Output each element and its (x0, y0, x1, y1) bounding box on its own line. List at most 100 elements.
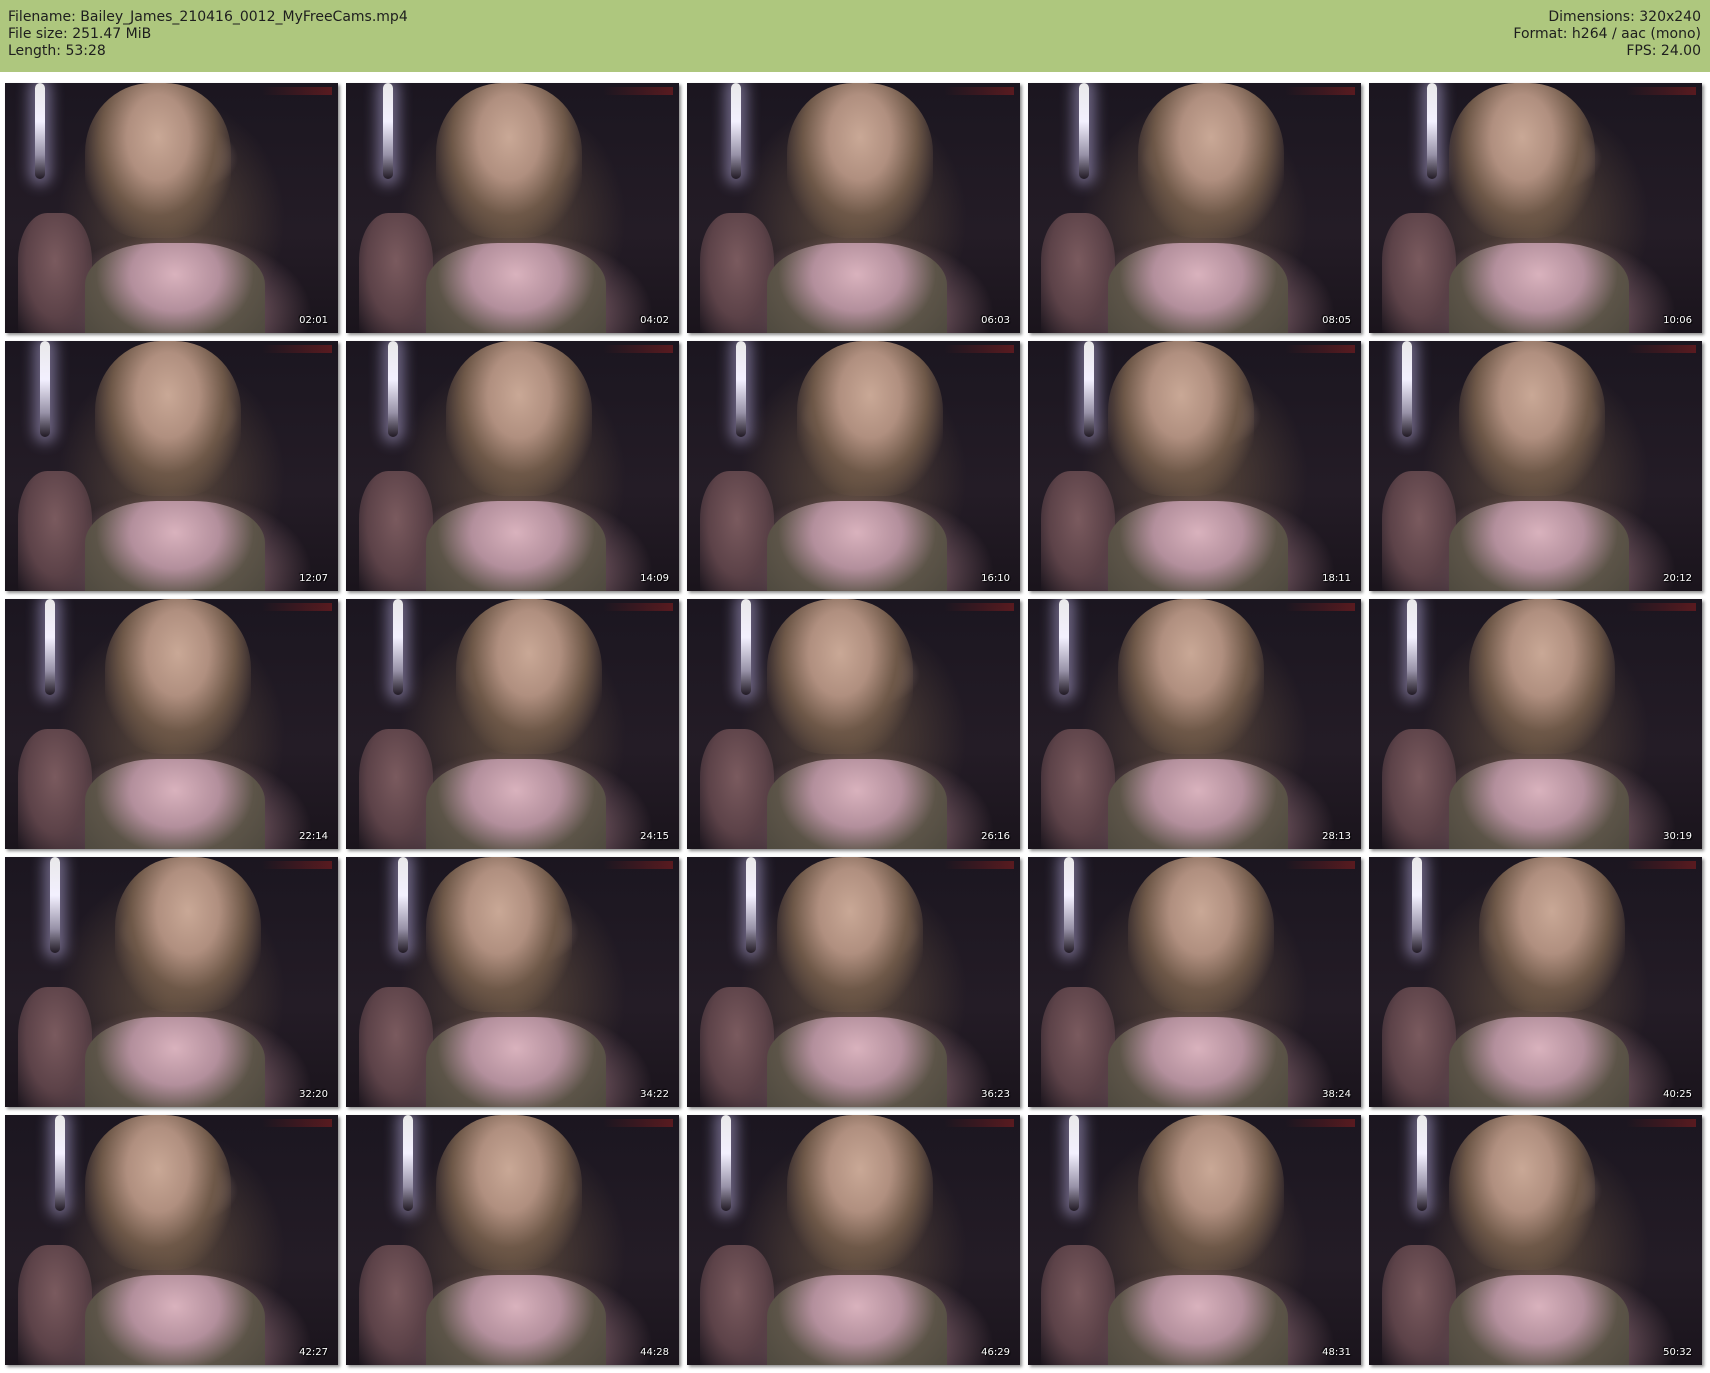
frame-subject-body (766, 1017, 947, 1107)
frame-subject-arm (18, 1245, 92, 1365)
frame-timestamp: 16:10 (981, 573, 1010, 584)
background-light (45, 599, 55, 695)
frame-subject-head (776, 857, 924, 1012)
background-light (403, 1115, 413, 1211)
frame-subject-head (1117, 599, 1265, 754)
frame-subject-head (1107, 341, 1255, 496)
frame-timestamp: 08:05 (1322, 315, 1351, 326)
video-frame-thumbnail: 38:24 (1028, 857, 1361, 1107)
background-light (1427, 83, 1437, 179)
frame-subject-arm (1041, 213, 1115, 333)
video-frame-thumbnail: 48:31 (1028, 1115, 1361, 1365)
watermark-mark (603, 345, 673, 353)
frame-subject-arm (700, 471, 774, 591)
frame-subject-head (1137, 83, 1285, 238)
frame-timestamp: 48:31 (1322, 1347, 1351, 1358)
video-frame-thumbnail: 24:15 (346, 599, 679, 849)
frame-subject-body (84, 243, 265, 333)
video-frame-thumbnail: 32:20 (5, 857, 338, 1107)
frame-subject-arm (1382, 471, 1456, 591)
frame-subject-head (1468, 599, 1616, 754)
watermark-mark (1626, 345, 1696, 353)
file-info-left: Filename: Bailey_James_210416_0012_MyFre… (8, 9, 408, 60)
background-light (398, 857, 408, 953)
frame-timestamp: 26:16 (981, 831, 1010, 842)
frame-subject-body (1107, 243, 1288, 333)
video-frame-thumbnail: 02:01 (5, 83, 338, 333)
watermark-mark (1626, 603, 1696, 611)
background-light (388, 341, 398, 437)
frame-subject-body (84, 501, 265, 591)
watermark-mark (1285, 87, 1355, 95)
video-frame-thumbnail: 34:22 (346, 857, 679, 1107)
frame-timestamp: 18:11 (1322, 573, 1351, 584)
frame-subject-head (84, 1115, 232, 1270)
frame-subject-head (786, 83, 934, 238)
frame-subject-body (1107, 1017, 1288, 1107)
background-light (731, 83, 741, 179)
frame-subject-arm (18, 213, 92, 333)
video-frame-thumbnail: 10:06 (1369, 83, 1702, 333)
background-light (1412, 857, 1422, 953)
frame-subject-body (1448, 1275, 1629, 1365)
background-light (746, 857, 756, 953)
background-light (55, 1115, 65, 1211)
background-light (383, 83, 393, 179)
watermark-mark (1626, 861, 1696, 869)
frame-timestamp: 46:29 (981, 1347, 1010, 1358)
frame-timestamp: 50:32 (1663, 1347, 1692, 1358)
frame-subject-body (425, 1017, 606, 1107)
frame-subject-arm (700, 1245, 774, 1365)
frame-timestamp: 44:28 (640, 1347, 669, 1358)
thumbnail-grid: 02:01 04:02 06:03 08:05 10:06 12:07 14:09 16:10… (0, 72, 1710, 1373)
frame-timestamp: 04:02 (640, 315, 669, 326)
video-frame-thumbnail: 06:03 (687, 83, 1020, 333)
video-frame-thumbnail: 16:10 (687, 341, 1020, 591)
video-frame-thumbnail: 28:13 (1028, 599, 1361, 849)
watermark-mark (1285, 1119, 1355, 1127)
frame-subject-head (114, 857, 262, 1012)
video-frame-thumbnail: 12:07 (5, 341, 338, 591)
video-frame-thumbnail: 44:28 (346, 1115, 679, 1365)
frame-subject-body (1448, 501, 1629, 591)
background-light (35, 83, 45, 179)
watermark-mark (603, 861, 673, 869)
video-frame-thumbnail: 22:14 (5, 599, 338, 849)
frame-subject-head (425, 857, 573, 1012)
watermark-mark (262, 345, 332, 353)
video-frame-thumbnail: 14:09 (346, 341, 679, 591)
background-light (393, 599, 403, 695)
frame-subject-head (1127, 857, 1275, 1012)
frame-subject-head (1458, 341, 1606, 496)
frame-subject-arm (1382, 213, 1456, 333)
frame-subject-arm (359, 471, 433, 591)
watermark-mark (262, 87, 332, 95)
frame-subject-arm (700, 987, 774, 1107)
frame-timestamp: 30:19 (1663, 831, 1692, 842)
frame-subject-body (425, 243, 606, 333)
frame-subject-body (425, 501, 606, 591)
frame-timestamp: 32:20 (299, 1089, 328, 1100)
video-frame-thumbnail: 40:25 (1369, 857, 1702, 1107)
watermark-mark (1626, 87, 1696, 95)
video-frame-thumbnail: 36:23 (687, 857, 1020, 1107)
frame-subject-body (84, 1275, 265, 1365)
frame-subject-arm (1382, 729, 1456, 849)
frame-subject-head (104, 599, 252, 754)
frame-subject-body (1448, 1017, 1629, 1107)
frame-subject-arm (359, 1245, 433, 1365)
background-light (1084, 341, 1094, 437)
frame-timestamp: 22:14 (299, 831, 328, 842)
video-frame-thumbnail: 04:02 (346, 83, 679, 333)
background-light (1417, 1115, 1427, 1211)
dimensions-text: Dimensions: 320x240 (1548, 9, 1701, 25)
background-light (40, 341, 50, 437)
frame-subject-body (766, 243, 947, 333)
frame-subject-body (766, 1275, 947, 1365)
frame-timestamp: 38:24 (1322, 1089, 1351, 1100)
frame-subject-head (435, 83, 583, 238)
frame-timestamp: 28:13 (1322, 831, 1351, 842)
frame-subject-arm (359, 213, 433, 333)
filename-text: Filename: Bailey_James_210416_0012_MyFre… (8, 9, 408, 25)
frame-subject-arm (18, 729, 92, 849)
